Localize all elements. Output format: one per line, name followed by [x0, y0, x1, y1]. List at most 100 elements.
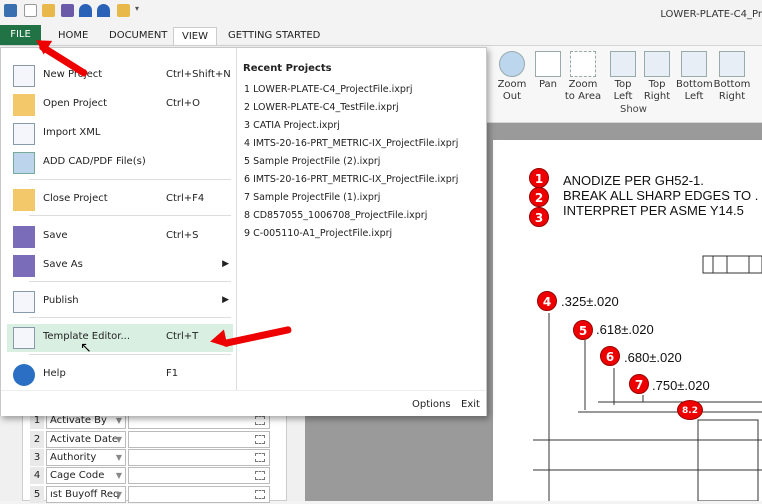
arrow-head-icon [208, 329, 228, 351]
table-row: 4 Cage Code ▼ [30, 467, 270, 485]
dim-5: .618±.020 [596, 322, 654, 337]
recent-project-item[interactable]: 5 Sample ProjectFile (2).ixprj [244, 156, 380, 167]
note-2: BREAK ALL SHARP EDGES TO . [563, 188, 759, 203]
menu-open-project[interactable]: Open Project Ctrl+O [7, 91, 233, 119]
recent-project-item[interactable]: 7 Sample ProjectFile (1).ixprj [244, 192, 380, 203]
balloon-6[interactable]: 6 [600, 346, 620, 366]
save-icon[interactable] [61, 4, 74, 17]
recent-projects: Recent Projects 1 LOWER-PLATE-C4_Project… [236, 48, 486, 390]
recent-project-item[interactable]: 2 LOWER-PLATE-C4_TestFile.ixprj [244, 102, 399, 113]
balloon-2[interactable]: 2 [529, 187, 549, 207]
page-bottom-right-icon [719, 51, 745, 77]
recent-project-item[interactable]: 4 IMTS-20-16-PRT_METRIC-IX_ProjectFile.i… [244, 138, 458, 149]
chevron-down-icon: ▼ [115, 490, 122, 499]
ribbon-group-show-label: Show [620, 104, 647, 115]
balloon-1[interactable]: 1 [529, 168, 549, 188]
undo-icon[interactable] [79, 4, 92, 17]
quick-access-toolbar: ▾ LOWER-PLATE-C4_Pr [0, 0, 762, 24]
recent-project-item[interactable]: 1 LOWER-PLATE-C4_ProjectFile.ixprj [244, 84, 412, 95]
recent-project-item[interactable]: 9 C-005110-A1_ProjectFile.ixprj [244, 228, 392, 239]
value-input[interactable] [128, 467, 270, 484]
new-icon[interactable] [24, 4, 37, 17]
value-input[interactable] [128, 486, 270, 503]
note-3: INTERPRET PER ASME Y14.5 [563, 203, 744, 218]
zoom-to-area-button[interactable]: Zoom to Area [563, 51, 603, 103]
balloon-5[interactable]: 5 [573, 320, 593, 340]
redo-icon[interactable] [97, 4, 110, 17]
template-icon [13, 327, 35, 349]
open-recent-icon[interactable] [117, 4, 130, 17]
menu-new-project[interactable]: New Project Ctrl+Shift+N [7, 62, 233, 90]
recent-project-item[interactable]: 6 IMTS-20-16-PRT_METRIC-IX_ProjectFile.i… [244, 174, 458, 185]
insert-image-icon[interactable] [255, 490, 265, 499]
window-title: LOWER-PLATE-C4_Pr [660, 9, 762, 20]
chevron-down-icon: ▼ [115, 471, 122, 480]
save-as-icon [13, 255, 35, 277]
zoom-out-button[interactable]: Zoom Out [495, 51, 529, 103]
top-left-button[interactable]: Top Left [609, 51, 637, 103]
ribbon-tabs: FILE HOME DOCUMENT VIEW GETTING STARTED [0, 25, 762, 45]
top-right-button[interactable]: Top Right [643, 51, 671, 103]
new-document-icon [13, 65, 35, 87]
menu-template-editor[interactable]: Template Editor... Ctrl+T [7, 324, 233, 352]
insert-image-icon[interactable] [255, 435, 265, 444]
menu-add-cad-pdf[interactable]: ADD CAD/PDF File(s) [7, 149, 233, 177]
add-image-icon [13, 152, 35, 174]
menu-close-project[interactable]: Close Project Ctrl+F4 [7, 186, 233, 214]
insert-image-icon[interactable] [255, 416, 265, 425]
menu-import-xml[interactable]: Import XML [7, 120, 233, 148]
balloon-7[interactable]: 7 [629, 374, 649, 394]
hand-icon [535, 51, 561, 77]
options-button[interactable]: Options [412, 399, 451, 410]
submenu-arrow-icon: ▶ [222, 259, 229, 269]
bottom-left-button[interactable]: Bottom Left [676, 51, 713, 103]
file-menu-commands: New Project Ctrl+Shift+N Open Project Ctrl… [1, 48, 236, 390]
recent-project-item[interactable]: 3 CATIA Project.ixprj [244, 120, 340, 131]
chevron-down-icon: ▼ [115, 435, 122, 444]
field-select[interactable]: Cage Code ▼ [46, 467, 126, 484]
submenu-arrow-icon: ▶ [222, 295, 229, 305]
note-1: ANODIZE PER GH52-1. [563, 173, 704, 188]
page-top-right-icon [644, 51, 670, 77]
tab-getting-started[interactable]: GETTING STARTED [220, 27, 328, 45]
value-input[interactable] [128, 449, 270, 466]
dim-6: .680±.020 [624, 350, 682, 365]
menu-help[interactable]: Help F1 [7, 361, 233, 389]
insert-image-icon[interactable] [255, 453, 265, 462]
field-select[interactable]: ıst Buyoff Req ▼ [46, 486, 126, 503]
recent-project-item[interactable]: 8 CD857055_1006708_ProjectFile.ixprj [244, 210, 427, 221]
zoom-out-icon [499, 51, 525, 77]
balloon-8-2[interactable]: 8.2 [677, 400, 703, 420]
tab-home[interactable]: HOME [50, 27, 96, 45]
balloon-4[interactable]: 4 [537, 291, 557, 311]
file-menu-footer: Options Exit [1, 390, 486, 416]
exit-button[interactable]: Exit [461, 399, 480, 410]
tab-view[interactable]: VIEW [173, 27, 217, 45]
page-bottom-left-icon [681, 51, 707, 77]
mouse-cursor-icon: ↖ [80, 340, 92, 356]
menu-publish[interactable]: Publish ▶ [7, 288, 233, 316]
balloon-3[interactable]: 3 [529, 207, 549, 227]
table-row: 5 ıst Buyoff Req ▼ [30, 486, 270, 504]
insert-image-icon[interactable] [255, 471, 265, 480]
tab-document[interactable]: DOCUMENT [101, 27, 175, 45]
field-select[interactable]: Authority ▼ [46, 449, 126, 466]
app-icon [4, 4, 17, 17]
value-input[interactable] [128, 431, 270, 448]
publish-icon [13, 291, 35, 313]
bottom-right-button[interactable]: Bottom Right [713, 51, 751, 103]
customize-dropdown-icon[interactable]: ▾ [135, 4, 141, 17]
save-icon [13, 226, 35, 248]
page-top-left-icon [610, 51, 636, 77]
open-icon[interactable] [42, 4, 55, 17]
pan-button[interactable]: Pan [535, 51, 561, 91]
menu-save-as[interactable]: Save As ▶ [7, 252, 233, 280]
open-folder-icon [13, 94, 35, 116]
zoom-area-icon [570, 51, 596, 77]
import-icon [13, 123, 35, 145]
field-select[interactable]: Activate Date ▼ [46, 431, 126, 448]
dim-7: .750±.020 [652, 378, 710, 393]
menu-save[interactable]: Save Ctrl+S [7, 223, 233, 251]
help-icon [13, 364, 35, 386]
chevron-down-icon: ▼ [115, 453, 122, 462]
